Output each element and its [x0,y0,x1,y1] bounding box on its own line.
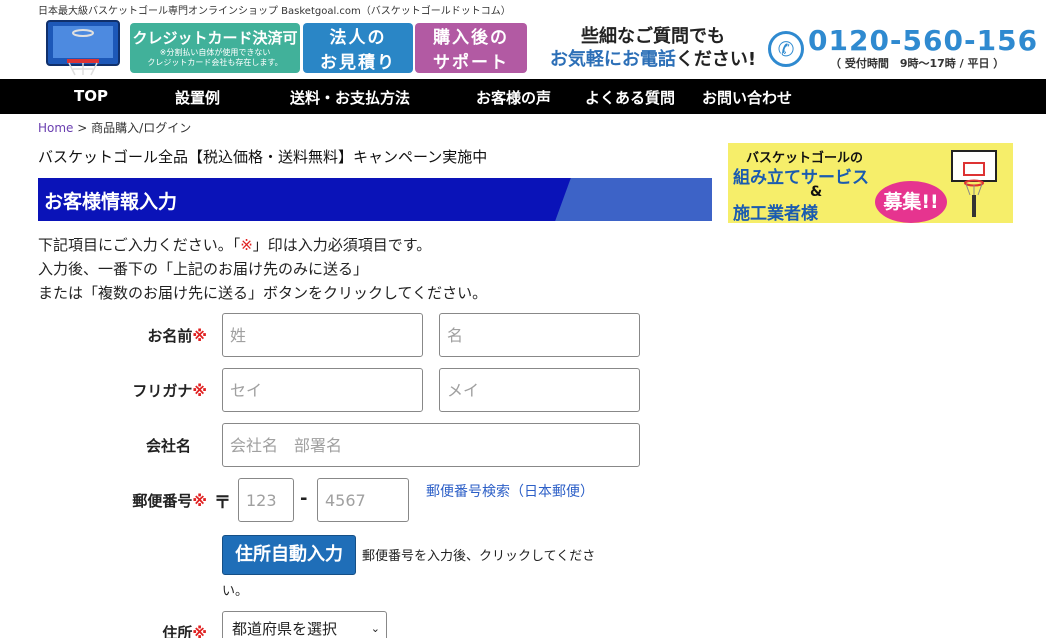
company-input[interactable] [222,423,640,467]
ad-line4: 施工業者様 [733,204,818,223]
campaign-notice: バスケットゴール全品【税込価格・送料無料】キャンペーン実施中 [38,148,488,166]
prefecture-selected-value: 都道府県を選択 [232,620,338,638]
required-mark: ※ [240,236,253,254]
basketball-hoop-icon [951,150,997,217]
chevron-down-icon: ⌄ [370,622,380,635]
kana-label: フリガナ※ [37,380,207,401]
site-logo[interactable] [43,19,123,77]
address-label-text: 住所 [162,624,193,638]
section-header: お客様情報入力 [38,178,712,221]
zip-dash: - [300,488,308,509]
callout-line2-rest: ください! [675,49,757,70]
callout-line1: 些細なご質問でも [581,26,725,47]
company-label: 会社名 [21,435,191,456]
nav-item-top[interactable]: TOP [74,87,108,105]
instructions-line1-a: 下記項目にご入力ください。「 [38,236,241,254]
nav-item-examples[interactable]: 設置例 [175,87,220,108]
ad-line3: & [810,184,823,200]
zip-search-link[interactable]: 郵便番号検索（日本郵便） [426,481,594,501]
breadcrumb-separator: > [77,121,88,135]
zip-code-part1-input[interactable] [238,478,294,522]
callout-line2-blue: お気軽にお電話 [549,49,676,70]
last-name-input[interactable] [222,313,423,357]
form-instructions: 下記項目にご入力ください。「※」印は入力必須項目です。 入力後、一番下の「上記の… [38,233,487,305]
first-name-kana-input[interactable] [439,368,640,412]
corp-banner-line1: 法人の [329,28,387,48]
breadcrumb: Home > 商品購入/ログイン [38,119,191,136]
nav-item-customer-voices[interactable]: お客様の声 [476,87,551,108]
breadcrumb-current: 商品購入/ログイン [91,121,192,135]
phone-icon: ✆ [768,31,804,67]
section-title: お客様情報入力 [44,191,178,213]
instructions-line1-b: 」印は入力必須項目です。 [252,236,432,254]
zip-code-part2-input[interactable] [317,478,409,522]
callout-line2: お気軽にお電話ください! [543,48,763,71]
support-banner-line1: 購入後の [433,28,509,48]
company-label-text: 会社名 [145,437,191,455]
nav-item-contact[interactable]: お問い合わせ [702,87,792,108]
required-mark: ※ [192,382,207,400]
first-name-input[interactable] [439,313,640,357]
nav-item-shipping-payment[interactable]: 送料・お支払方法 [290,87,410,108]
address-label: 住所※ [37,622,207,638]
assembly-service-ad-banner[interactable]: バスケットゴールの 組み立てサービス & 施工業者様 募集!! [728,143,1013,223]
kana-label-text: フリガナ [132,382,193,400]
instructions-line2: 入力後、一番下の「上記のお届け先のみに送る」 [38,260,369,278]
auto-address-note: 郵便番号を入力後、クリックしてくださ [362,549,596,564]
credit-banner-note2: クレジットカード会社も存在します。 [147,58,283,67]
basketball-hoop-logo-icon [46,20,120,76]
credit-card-banner[interactable]: クレジットカード決済可 ※分割払い自体が使用できない クレジットカード会社も存在… [130,23,300,73]
auto-address-note-cont: い。 [222,584,249,599]
required-mark: ※ [192,624,207,638]
credit-banner-note1: ※分割払い自体が使用できない [159,48,271,57]
credit-banner-title: クレジットカード決済可 [132,29,298,47]
breadcrumb-home-link[interactable]: Home [38,121,73,135]
postal-mark: 〒 [214,493,231,513]
last-name-kana-input[interactable] [222,368,423,412]
instructions-line3: または「複数のお届け先に送る」ボタンをクリックしてください。 [38,284,488,302]
after-purchase-support-banner[interactable]: 購入後の サポート [415,23,527,73]
phone-number[interactable]: 0120-560-156 [808,24,1038,57]
auto-address-button[interactable]: 住所自動入力 [222,535,356,575]
support-banner-line2: サポート [433,53,509,73]
ad-line2: 組み立てサービス [733,168,869,188]
zip-label: 郵便番号※ [37,490,207,511]
required-mark: ※ [192,492,207,510]
section-header-accent [555,178,712,221]
corporate-quote-banner[interactable]: 法人の お見積り [303,23,413,73]
phone-hours: （ 受付時間 9時～17時 / 平日 ） [830,57,1005,70]
prefecture-select[interactable]: 都道府県を選択 ⌄ [222,611,387,638]
nav-item-faq[interactable]: よくある質問 [585,87,675,108]
corp-banner-line2: お見積り [320,53,396,73]
site-tagline: 日本最大級バスケットゴール専門オンラインショップ Basketgoal.com（… [38,6,511,17]
zip-label-text: 郵便番号 [132,492,193,510]
required-mark: ※ [192,327,207,345]
instructions-line1: 下記項目にご入力ください。「※」印は入力必須項目です。 [38,233,487,257]
name-label: お名前※ [37,325,207,346]
main-nav: TOP 設置例 送料・お支払方法 お客様の声 よくある質問 お問い合わせ [0,79,1046,114]
name-label-text: お名前 [147,327,193,345]
contact-callout: 些細なご質問でも お気軽にお電話ください! [543,25,763,71]
ad-recruiting-burst: 募集!! [875,181,947,223]
